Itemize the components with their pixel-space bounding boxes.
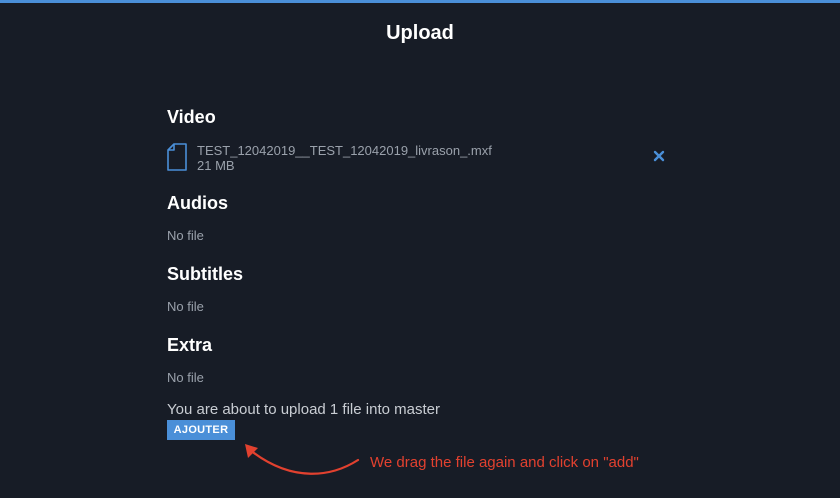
dialog-title: Upload xyxy=(386,22,454,44)
section-title-extra: Extra xyxy=(167,335,213,355)
annotation-arrow-icon xyxy=(245,444,360,475)
file-item: TEST_12042019__TEST_12042019_livrason_.m… xyxy=(167,142,667,174)
upload-page: Upload Video TEST_12042019__TEST_1204201… xyxy=(0,0,840,498)
top-accent-bar xyxy=(0,0,840,3)
file-size: 21 MB xyxy=(197,158,235,173)
extra-empty-text: No file xyxy=(167,370,204,385)
section-title-video: Video xyxy=(167,107,216,127)
file-icon xyxy=(167,143,187,171)
annotation-text: We drag the file again and click on "add… xyxy=(370,454,639,471)
close-icon[interactable] xyxy=(653,150,665,162)
section-title-subtitles: Subtitles xyxy=(167,264,244,284)
add-button[interactable]: AJOUTER xyxy=(167,420,235,440)
section-title-audios: Audios xyxy=(167,193,228,213)
upload-summary-text: You are about to upload 1 file into mast… xyxy=(167,401,440,418)
audios-empty-text: No file xyxy=(167,228,204,243)
file-name: TEST_12042019__TEST_12042019_livrason_.m… xyxy=(197,143,492,158)
subtitles-empty-text: No file xyxy=(167,299,204,314)
